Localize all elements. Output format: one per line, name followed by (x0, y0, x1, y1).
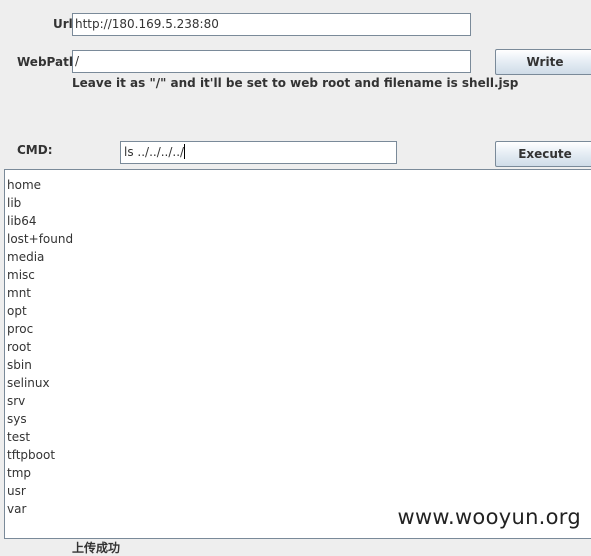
webpath-input[interactable]: / (72, 50, 471, 73)
output-line: opt (7, 304, 27, 318)
write-button[interactable]: Write (495, 49, 591, 75)
execute-button[interactable]: Execute (495, 141, 591, 167)
output-line: srv (7, 394, 26, 408)
output-line: lib64 (7, 214, 37, 228)
text-caret (184, 144, 186, 159)
output-line: sys (7, 412, 27, 426)
output-line: test (7, 430, 31, 444)
output-line: tftpboot (7, 448, 56, 462)
output-line: sbin (7, 358, 32, 372)
cmd-input-value: ls ../../../../ (124, 145, 185, 159)
command-output[interactable]: home lib lib64 lost+found media misc mnt… (4, 169, 591, 539)
webpath-input-value: / (75, 54, 80, 68)
output-line: media (7, 250, 45, 264)
output-line: misc (7, 268, 35, 282)
cmd-label: CMD: (17, 143, 53, 157)
output-line: root (7, 340, 32, 354)
url-input-value: http://180.169.5.238:80 (75, 17, 219, 31)
status-text: 上传成功 (72, 541, 121, 555)
output-line: selinux (7, 376, 50, 390)
output-line: home (7, 178, 42, 192)
output-line: tmp (7, 466, 32, 480)
cmd-input[interactable]: ls ../../../../ (120, 141, 397, 164)
output-line: lib (7, 196, 22, 210)
output-line: proc (7, 322, 34, 336)
webpath-hint: Leave it as "/" and it'll be set to web … (72, 76, 519, 90)
watermark: www.wooyun.org (397, 505, 581, 529)
output-line: mnt (7, 286, 31, 300)
output-line: lost+found (7, 232, 74, 246)
output-line: usr (7, 484, 26, 498)
url-input[interactable]: http://180.169.5.238:80 (72, 13, 471, 36)
